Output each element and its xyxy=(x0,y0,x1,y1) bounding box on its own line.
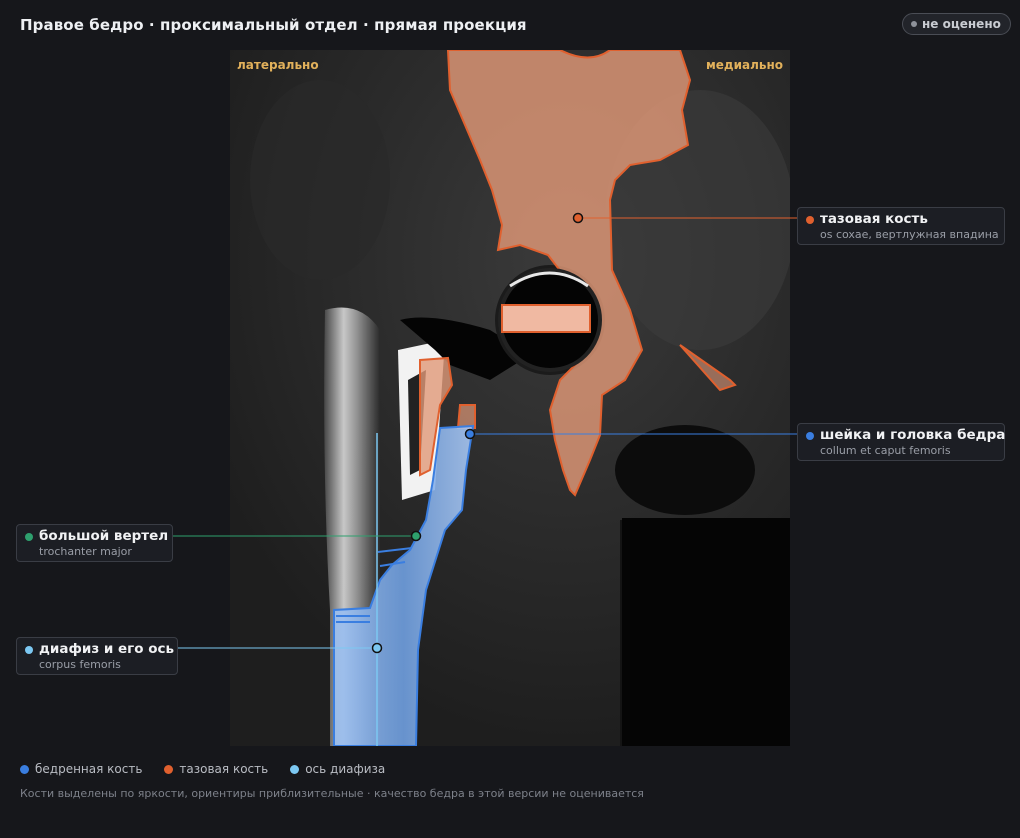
annotation-card-neck[interactable]: шейка и головка бедра collum et caput fe… xyxy=(797,423,1005,461)
annotation-name: большой вертел xyxy=(39,528,169,544)
annotation-latin: corpus femoris xyxy=(39,658,121,671)
femur-legend-dot-icon xyxy=(20,764,29,774)
neck-color-dot-icon xyxy=(806,432,814,440)
annotation-latin: collum et caput femoris xyxy=(820,444,951,457)
legend-label: бедренная кость xyxy=(35,762,143,776)
shaft-color-dot-icon xyxy=(25,646,33,654)
legend-item-axis[interactable]: ось диафиза xyxy=(290,762,385,776)
annotation-name: тазовая кость xyxy=(820,211,928,227)
orientation-medial: медиально xyxy=(705,58,783,72)
status-badge-label: не оценено xyxy=(922,17,1001,31)
orientation-lateral: латерально xyxy=(237,58,319,72)
annotation-card-shaft[interactable]: диафиз и его ось corpus femoris xyxy=(16,637,178,675)
legend-item-femur[interactable]: бедренная кость xyxy=(20,762,142,776)
annotation-name: диафиз и его ось xyxy=(39,641,175,657)
status-dot-icon xyxy=(911,21,917,27)
legend-label: ось диафиза xyxy=(305,762,386,776)
annotation-latin: os coxae, вертлужная впадина xyxy=(820,228,999,241)
annotation-card-trochanter[interactable]: большой вертел trochanter major xyxy=(16,524,173,562)
status-badge[interactable]: не оценено xyxy=(902,13,1011,35)
xray-viewer[interactable]: латерально медиально xyxy=(230,50,790,746)
trochanter-color-dot-icon xyxy=(25,533,33,541)
annotation-latin: trochanter major xyxy=(39,545,132,558)
annotation-card-pelvis[interactable]: тазовая кость os coxae, вертлужная впади… xyxy=(797,207,1005,245)
pelvis-color-dot-icon xyxy=(806,216,814,224)
legend-item-pelvis[interactable]: тазовая кость xyxy=(164,762,268,776)
page-title: Правое бедро · проксимальный отдел · пря… xyxy=(20,16,527,34)
axis-legend-dot-icon xyxy=(290,764,300,774)
xray-image xyxy=(230,50,790,746)
pelvis-legend-dot-icon xyxy=(164,764,174,774)
legend-label: тазовая кость xyxy=(179,762,269,776)
footnote: Кости выделены по яркости, ориентиры при… xyxy=(20,787,644,800)
legend: бедренная кость тазовая кость ось диафиз… xyxy=(20,762,385,776)
annotation-name: шейка и головка бедра xyxy=(820,427,1006,443)
